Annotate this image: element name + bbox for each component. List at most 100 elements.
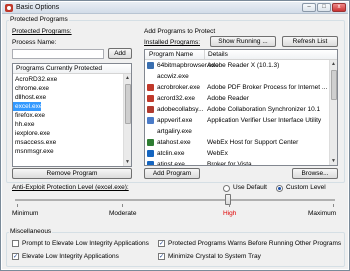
table-row[interactable]: atclin.exe WebEx — [145, 148, 337, 159]
table-row[interactable]: atinst.exe Broker for Vista — [145, 159, 337, 166]
scroll-thumb[interactable] — [331, 70, 337, 100]
window-title: Basic Options — [16, 4, 60, 11]
basic-options-window: Basic Options – □ x Protected Programs P… — [0, 0, 350, 271]
scroll-up-icon[interactable]: ▲ — [330, 60, 337, 68]
program-icon — [147, 150, 154, 157]
list-item[interactable]: msaccess.exe — [13, 138, 131, 147]
table-row[interactable]: adobecollabsy... Adobe Collaboration Sync… — [145, 104, 337, 115]
program-details-cell: Adobe Reader X (10.1.3) — [207, 62, 280, 69]
program-details-cell: WebEx — [207, 150, 228, 157]
list-item[interactable]: AcroRD32.exe — [13, 75, 131, 84]
program-name-cell: accwiz.exe — [157, 73, 189, 80]
column-program-name[interactable]: Program Name — [149, 50, 193, 60]
table-row[interactable]: acrobroker.exe Adobe PDF Broker Process f… — [145, 82, 337, 93]
custom-level-label[interactable]: Custom Level — [286, 184, 326, 191]
table-row[interactable]: atahost.exe WebEx Host for Support Center — [145, 137, 337, 148]
program-details-cell: WebEx Host for Support Center — [207, 139, 299, 146]
list-item[interactable]: dllhost.exe — [13, 93, 131, 102]
program-icon — [147, 117, 154, 124]
warn-before-running-checkbox[interactable]: ✓ — [158, 240, 165, 247]
list-item[interactable]: msnmsgr.exe — [13, 147, 131, 156]
table-row[interactable]: 64bitmapbrowser.exe Adobe Reader X (10.1.… — [145, 60, 337, 71]
program-details-cell: Application Verifier User Interface Util… — [207, 117, 322, 124]
list-item[interactable]: excel.exe — [13, 102, 42, 111]
add-button[interactable]: Add — [108, 48, 132, 59]
program-name-cell: artgaliry.exe — [157, 128, 192, 135]
installed-programs-list[interactable]: Program Name Details 64bitmapbrowser.exe… — [144, 49, 338, 166]
slider-tick — [229, 204, 230, 207]
minimize-to-tray-label[interactable]: Minimize Crystal to System Tray — [168, 253, 261, 260]
anti-exploit-label: Anti-Exploit Protection Level (excel.exe… — [12, 184, 129, 191]
slider-tick — [122, 204, 123, 207]
show-running-button[interactable]: Show Running ... — [210, 36, 276, 47]
table-row[interactable]: artgaliry.exe — [145, 126, 337, 137]
elevate-low-integrity-checkbox[interactable]: ✓ — [12, 253, 19, 260]
minimize-button[interactable]: – — [302, 3, 316, 12]
protected-programs-group-label: Protected Programs — [9, 16, 69, 23]
program-icon — [147, 95, 154, 102]
installed-list-header: Program Name Details — [145, 50, 337, 60]
prompt-elevate-checkbox[interactable] — [12, 240, 19, 247]
add-programs-title: Add Programs to Protect — [144, 28, 216, 35]
maximize-button[interactable]: □ — [317, 3, 331, 12]
elevate-low-integrity-label[interactable]: Elevate Low Integrity Applications — [22, 253, 119, 260]
browse-button[interactable]: Browse... — [292, 168, 338, 179]
table-row[interactable]: acrord32.exe Adobe Reader — [145, 93, 337, 104]
installed-programs-label: Installed Programs: — [144, 39, 200, 46]
level-maximum: Maximum — [308, 210, 337, 217]
process-name-label: Process Name: — [12, 39, 57, 46]
program-details-cell: Adobe PDF Broker Process for Internet ..… — [207, 84, 328, 91]
list-item[interactable]: firefox.exe — [13, 111, 131, 120]
program-details-cell: Adobe Collaboration Synchronizer 10.1 — [207, 106, 321, 113]
remove-program-button[interactable]: Remove Program — [12, 168, 132, 179]
scroll-thumb[interactable] — [125, 84, 131, 124]
minimize-to-tray-checkbox[interactable]: ✓ — [158, 253, 165, 260]
refresh-list-button[interactable]: Refresh List — [282, 36, 338, 47]
program-name-cell: acrobroker.exe — [157, 84, 200, 91]
list-item[interactable]: iexplore.exe — [13, 129, 131, 138]
custom-level-radio[interactable] — [276, 185, 283, 192]
program-name-cell: atclin.exe — [157, 150, 185, 157]
level-high: High — [223, 210, 237, 217]
program-details-cell: Broker for Vista — [207, 161, 252, 166]
scroll-up-icon[interactable]: ▲ — [124, 74, 131, 82]
table-row[interactable]: accwiz.exe — [145, 71, 337, 82]
program-icon — [147, 161, 154, 165]
list-item[interactable]: hh.exe — [13, 120, 131, 129]
protected-list-scrollbar[interactable]: ▲ ▼ — [123, 74, 131, 166]
title-bar[interactable]: Basic Options – □ x — [2, 2, 348, 14]
scroll-down-icon[interactable]: ▼ — [330, 157, 337, 165]
program-name-cell: appverif.exe — [157, 117, 193, 124]
miscellaneous-group-label: Miscellaneous — [9, 228, 53, 235]
program-icon — [147, 106, 154, 113]
miscellaneous-group — [6, 232, 345, 267]
program-name-cell: adobecollabsy... — [157, 106, 204, 113]
slider-tick — [333, 204, 334, 207]
program-name-cell: atahost.exe — [157, 139, 191, 146]
use-default-label[interactable]: Use Default — [233, 184, 267, 191]
use-default-radio[interactable] — [223, 185, 230, 192]
close-button[interactable]: x — [332, 3, 346, 12]
process-name-input[interactable] — [12, 49, 104, 59]
program-name-cell: acrord32.exe — [157, 95, 195, 102]
protected-list-header: Programs Currently Protected — [13, 64, 131, 74]
warn-before-running-label[interactable]: Protected Programs Warns Before Running … — [168, 240, 341, 247]
prompt-elevate-label[interactable]: Prompt to Elevate Low Integrity Applicat… — [22, 240, 149, 247]
protected-programs-list[interactable]: Programs Currently Protected AcroRD32.ex… — [12, 63, 132, 167]
program-icon — [147, 84, 154, 91]
app-icon — [5, 4, 13, 12]
slider-tick — [17, 204, 18, 207]
level-moderate: Moderate — [109, 210, 137, 217]
table-row[interactable]: appverif.exe Application Verifier User In… — [145, 115, 337, 126]
scroll-down-icon[interactable]: ▼ — [124, 158, 131, 166]
column-details[interactable]: Details — [208, 50, 228, 60]
program-icon — [147, 62, 154, 69]
program-name-cell: atinst.exe — [157, 161, 185, 166]
list-item[interactable]: chrome.exe — [13, 84, 131, 93]
add-program-button[interactable]: Add Program — [144, 168, 200, 179]
protection-level-slider-track[interactable] — [15, 199, 335, 201]
program-icon — [147, 139, 154, 146]
installed-list-scrollbar[interactable]: ▲ ▼ — [329, 60, 337, 165]
protected-programs-label: Protected Programs: — [12, 28, 72, 35]
program-details-cell: Adobe Reader — [207, 95, 249, 102]
